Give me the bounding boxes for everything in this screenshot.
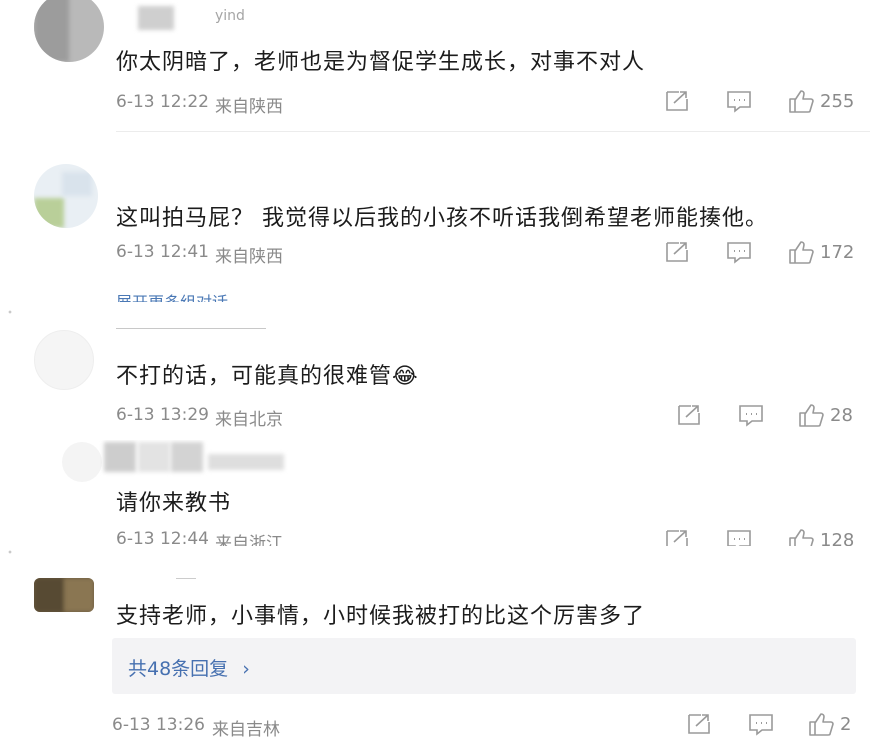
share-button[interactable] [664,89,690,113]
share-button[interactable] [664,528,690,546]
replies-panel[interactable]: 共48条回复 › [112,638,856,694]
comment-text: 支持老师，小事情，小时候我被打的比这个厉害多了 [116,604,646,629]
comment-location: 来自陕西 [215,97,283,117]
thumbs-up-icon [809,713,834,736]
expand-more-dialog-link[interactable]: 展开更多组对话 [116,289,228,302]
username-partial [176,564,196,579]
comment-text: 你太阴暗了，老师也是为督促学生成长，对事不对人 [116,50,646,75]
like-count: 172 [820,241,855,263]
comment-location: 来自吉林 [212,720,280,740]
comment-text: 请你来教书 [116,491,232,516]
share-icon [678,405,700,425]
like-button[interactable]: 2 [808,711,851,737]
comment-card-5: 支持老师，小事情，小时候我被打的比这个厉害多了 共48条回复 › 6-13 13… [0,560,870,745]
comment-icon [739,405,763,427]
comment-time: 6-13 13:29 [116,405,209,425]
chevron-right-icon: › [242,658,250,680]
share-icon [688,714,710,734]
thumbs-up-icon [799,404,824,427]
username-partial: yind [215,8,245,24]
comment-button[interactable] [726,528,752,546]
comment-time: 6-13 13:26 [112,715,205,735]
comment-icon [727,242,751,264]
avatar[interactable] [34,0,104,62]
username-redacted [171,442,203,472]
comment-card-4: 请你来教书 6-13 12:44 来自浙江 128 [0,440,870,546]
username-redacted [208,454,284,470]
avatar[interactable] [34,164,98,228]
share-icon [666,91,688,111]
comment-button[interactable] [748,712,774,736]
comment-text: 这叫拍马屁？ 我觉得以后我的小孩不听话我倒希望老师能揍他。 [116,206,768,231]
like-button[interactable]: 128 [788,527,854,546]
like-button[interactable]: 172 [788,239,854,265]
comment-icon [727,91,751,113]
comment-time: 6-13 12:41 [116,242,209,262]
username-redacted [138,6,174,30]
like-count: 28 [830,404,853,426]
thumbs-up-icon [789,529,814,546]
share-icon [666,242,688,262]
comment-time: 6-13 12:22 [116,92,209,112]
share-icon [666,530,688,546]
username-redacted [104,442,136,472]
divider [116,131,870,132]
comment-card-1: yind 你太阴暗了，老师也是为督促学生成长，对事不对人 6-13 12:22 … [0,0,870,135]
comment-text: 不打的话，可能真的很难管😂 [116,364,419,389]
comment-time: 6-13 12:44 [116,529,209,546]
username-partial [116,328,266,337]
thumbs-up-icon [789,90,814,113]
comment-icon [749,714,773,736]
comment-button[interactable] [726,89,752,113]
thumbs-up-icon [789,241,814,264]
like-button[interactable]: 28 [798,402,853,428]
avatar[interactable] [34,330,94,390]
comment-card-3: 不打的话，可能真的很难管😂 6-13 13:29 来自北京 28 [0,318,870,438]
avatar[interactable] [62,442,102,482]
share-button[interactable] [676,403,702,427]
comment-card-2: 这叫拍马屁？ 我觉得以后我的小孩不听话我倒希望老师能揍他。 6-13 12:41… [0,150,870,302]
share-button[interactable] [664,240,690,264]
like-count: 128 [820,529,855,547]
replies-count-label: 共48条回复 [128,658,229,680]
comment-button[interactable] [738,403,764,427]
like-button[interactable]: 255 [788,88,854,114]
comment-location: 来自陕西 [215,247,283,267]
comment-location: 来自北京 [215,410,283,430]
comment-icon [727,530,751,546]
comment-button[interactable] [726,240,752,264]
like-count: 2 [840,713,852,735]
avatar[interactable] [34,578,94,612]
username-redacted [138,442,170,472]
share-button[interactable] [686,712,712,736]
view-replies-link[interactable]: 共48条回复 › [128,654,250,681]
like-count: 255 [820,90,855,112]
comment-location: 来自浙江 [215,534,283,546]
